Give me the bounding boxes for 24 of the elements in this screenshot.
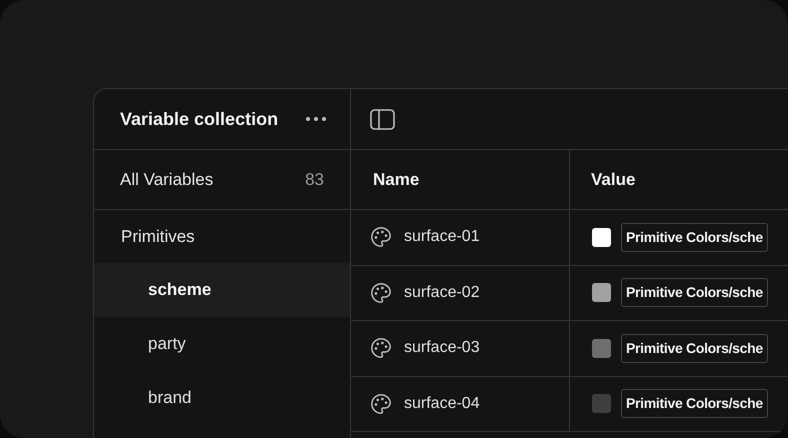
palette-icon [370, 337, 392, 360]
group-item[interactable]: brand [94, 371, 350, 425]
collection-title: Variable collection [120, 108, 278, 130]
sidebar-toggle-icon[interactable] [370, 108, 395, 130]
column-header: Name [373, 168, 420, 191]
group-label[interactable]: Primitives [121, 224, 195, 250]
group-item[interactable]: scheme [94, 263, 350, 317]
all-variables-item[interactable]: All Variables 83 [94, 150, 350, 210]
group-item[interactable]: party [94, 317, 350, 371]
variable-name: surface-02 [404, 282, 480, 303]
value-field[interactable]: Primitive Colors/sche [621, 278, 768, 308]
variable-count: 83 [305, 168, 324, 191]
palette-icon [370, 392, 392, 415]
variable-name: surface-04 [404, 394, 480, 414]
dots-icon [306, 117, 326, 121]
palette-icon [370, 226, 392, 248]
variable-name: surface-01 [404, 227, 480, 248]
value-field[interactable]: Primitive Colors/sche [621, 334, 768, 363]
all-variables-label: All Variables [120, 168, 214, 191]
palette-icon [370, 282, 392, 304]
value-field[interactable]: Primitive Colors/sche [621, 389, 768, 418]
value-field[interactable]: Primitive Colors/sche [621, 222, 768, 252]
column-header: Value [591, 168, 636, 191]
variable-name: surface-03 [404, 338, 480, 358]
